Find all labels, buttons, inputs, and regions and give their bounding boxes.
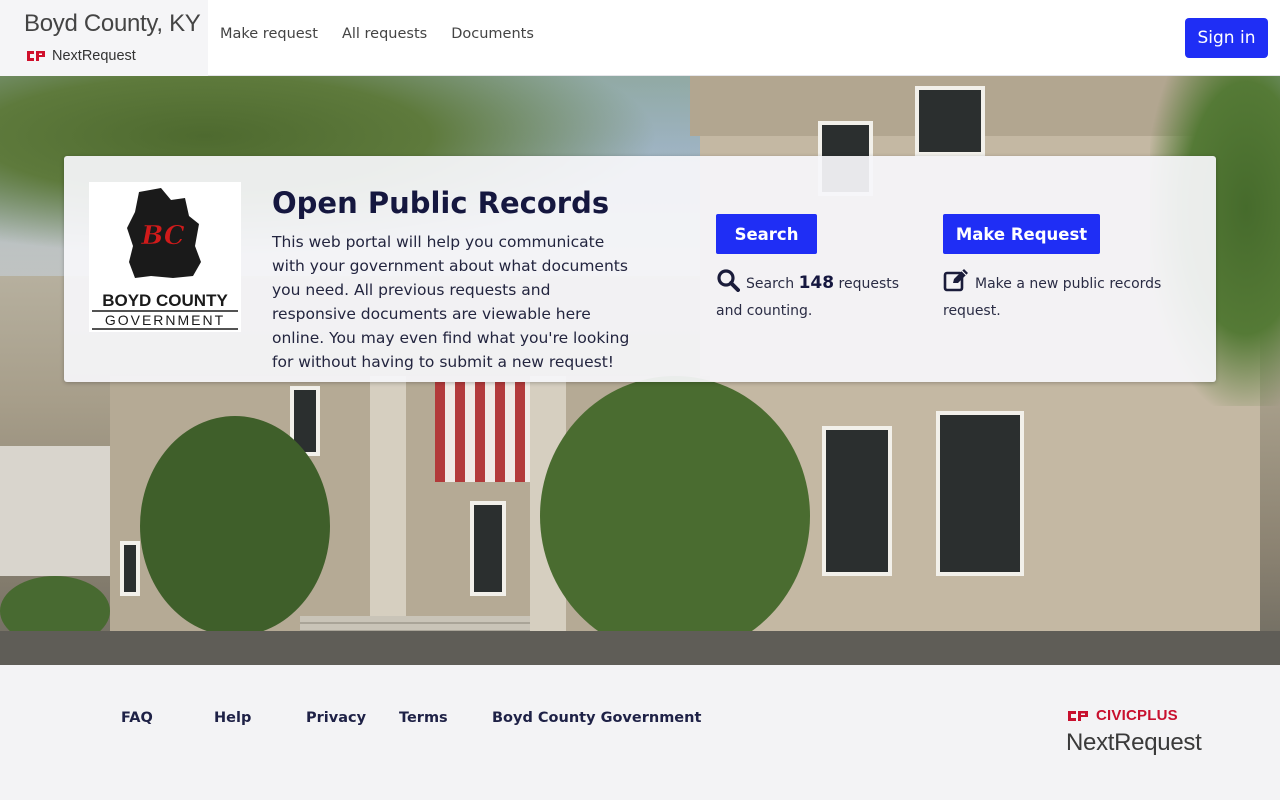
- make-request-info: Make a new public records request.: [943, 268, 1173, 323]
- main-nav: Make request All requests Documents: [220, 26, 558, 42]
- nav-make-request[interactable]: Make request: [220, 26, 318, 42]
- county-logo: BC BOYD COUNTY GOVERNMENT: [89, 182, 241, 332]
- civicplus-logo-icon: [1068, 710, 1088, 721]
- footer-link-help[interactable]: Help: [214, 710, 251, 726]
- top-header: Boyd County, KY NextRequest Make request…: [0, 0, 1280, 76]
- svg-text:BC: BC: [140, 221, 184, 251]
- footer-link-privacy[interactable]: Privacy: [306, 710, 366, 726]
- portal-description: This web portal will help you communicat…: [272, 233, 630, 371]
- county-logo-image: BC BOYD COUNTY GOVERNMENT: [92, 188, 238, 330]
- intro-card: BC BOYD COUNTY GOVERNMENT Open Public Re…: [64, 156, 1216, 382]
- sign-in-button[interactable]: Sign in: [1185, 18, 1268, 58]
- request-count: 148: [798, 273, 835, 293]
- make-request-button[interactable]: Make Request: [943, 214, 1100, 254]
- search-icon: [716, 268, 740, 300]
- page-title: Open Public Records: [272, 186, 610, 220]
- nav-all-requests[interactable]: All requests: [342, 26, 427, 42]
- search-info: Search 148 requests and counting.: [716, 268, 916, 323]
- nextrequest-label: NextRequest: [52, 48, 136, 64]
- footer-link-boyd-county-government[interactable]: Boyd County Government: [492, 710, 701, 726]
- footer-link-terms[interactable]: Terms: [399, 710, 448, 726]
- make-request-text: Make a new public records request.: [943, 276, 1162, 319]
- footer-link-faq[interactable]: FAQ: [121, 710, 153, 726]
- nextrequest-logo: NextRequest: [25, 48, 136, 64]
- org-name[interactable]: Boyd County, KY: [24, 10, 201, 38]
- footer: FAQ Help Privacy Terms Boyd County Gover…: [0, 665, 1280, 800]
- svg-text:BOYD COUNTY: BOYD COUNTY: [102, 291, 228, 310]
- svg-text:GOVERNMENT: GOVERNMENT: [105, 312, 225, 328]
- footer-nextrequest-label: NextRequest: [1066, 729, 1202, 756]
- civicplus-logo[interactable]: CIVICPLUS: [1066, 707, 1178, 724]
- search-text-before: Search: [746, 276, 795, 292]
- edit-icon: [943, 268, 969, 300]
- search-button[interactable]: Search: [716, 214, 817, 254]
- civicplus-label: CIVICPLUS: [1096, 707, 1178, 724]
- nextrequest-logo-icon: [27, 51, 45, 61]
- brand-block[interactable]: Boyd County, KY NextRequest: [0, 0, 208, 76]
- nav-documents[interactable]: Documents: [451, 26, 534, 42]
